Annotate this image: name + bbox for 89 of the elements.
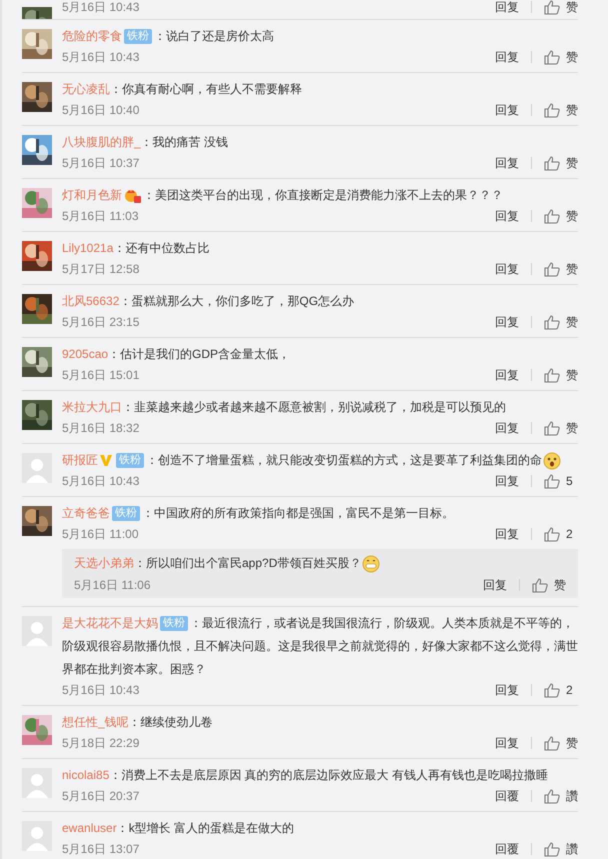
thumbs-up-icon[interactable] [544,526,560,542]
thumbs-up-icon[interactable] [544,50,560,64]
reply-link[interactable]: 回覆 [495,840,519,858]
like-count[interactable]: 讚 [566,787,578,805]
like-count[interactable]: 5 [566,472,578,490]
fan-badge: 铁粉 [160,616,188,632]
comment-text: 米拉大九口：韭菜越来越少或者越来越不愿意被割，别说减税了，加税是可以预见的 [62,399,507,416]
reply-link[interactable]: 回复 [495,154,519,172]
surprised-emoji-icon [543,452,561,470]
comment-time: 5月16日 20:37 [62,788,140,805]
reply-link[interactable]: 回复 [495,0,519,16]
thumbs-up-icon[interactable] [544,842,560,856]
thumbs-up-icon[interactable] [544,156,560,170]
comment-time: 5月16日 11:00 [62,526,138,543]
like-count[interactable]: 赞 [566,313,578,331]
thumbs-up-icon[interactable] [544,682,560,698]
like-count[interactable]: 赞 [566,154,578,172]
like-count[interactable]: 赞 [566,0,578,16]
like-count[interactable]: 赞 [566,260,578,278]
comment-text: 灯和月色新 ：美团这类平台的出现，你直接断定是消费能力涨不上去的果？？？ [62,187,504,206]
fan-badge: 铁粉 [112,506,140,522]
reply-link[interactable]: 回复 [495,207,519,225]
thumbs-up-icon[interactable] [544,368,560,382]
like-count[interactable]: 赞 [566,419,578,437]
comment-text: Lily1021a：还有中位数占比 [62,240,210,257]
like-count[interactable]: 赞 [566,734,578,752]
like-count[interactable]: 赞 [566,48,578,66]
thumbs-up-icon[interactable] [544,314,560,330]
default-avatar-icon [22,616,52,646]
comment-time: 5月16日 13:07 [62,841,140,858]
comment-time: 5月16日 10:40 [62,102,140,119]
reply-link[interactable]: 回复 [483,576,507,594]
comment-time: 5月16日 15:01 [62,367,140,384]
comment-time: 5月16日 10:43 [62,49,140,66]
comment-text: 是大花花不是大妈 铁粉 ：最近很流行，或者说是我国很流行，阶级观。人类本质就是不平等的，阶级观很容易散播仇恨，且不解决问题。这是我很早之前就觉得的，好像大家都不这么觉得，满世界都在批判资本家。困惑？ [62,615,578,678]
reply-link[interactable]: 回复 [495,48,519,66]
comment-text: 无心凌乱：你真有耐心啊，有些人不需要解释 [62,81,303,98]
reply-link[interactable]: 回复 [495,472,519,490]
thumbs-up-icon[interactable] [544,736,560,750]
thumbs-up-icon[interactable] [544,208,560,224]
comment-text: 研报匠 铁粉 ：创造不了增量蛋糕，就只能改变切蛋糕的方式，这是要革了利益集团的命 [62,449,578,472]
like-count[interactable]: 讚 [566,840,578,858]
thumbs-up-icon[interactable] [544,474,560,488]
reply-link[interactable]: 回复 [495,101,519,119]
fan-badge: 铁粉 [124,29,152,44]
reply-link[interactable]: 回复 [495,419,519,437]
comment-time: 5月16日 11:03 [62,208,138,225]
comment-time: 5月16日 23:15 [62,314,140,331]
comment-time: 5月18日 22:29 [62,735,140,752]
like-count[interactable]: 赞 [566,207,578,225]
comment-time: 5月16日 10:43 [62,682,140,699]
thumbs-up-icon[interactable] [544,102,560,118]
reply-link[interactable]: 回复 [495,366,519,384]
thumbs-up-icon[interactable] [544,262,560,276]
comment-time: 5月16日 10:43 [62,473,140,490]
comment-time: 5月16日 10:43 [62,0,140,16]
grinning-emoji-icon [362,554,380,573]
like-count[interactable]: 赞 [566,101,578,119]
comment-text: ewanluser：k型增长 富人的蛋糕是在做大的 [62,820,296,837]
like-count[interactable]: 2 [566,681,578,699]
thumbs-up-icon[interactable] [532,578,548,592]
reply-link[interactable]: 回覆 [495,787,519,805]
comment-text: 北风56632：蛋糕就那么大，你们多吃了，那QG怎么办 [62,293,356,310]
reply-link[interactable]: 回复 [495,260,519,278]
reply-link[interactable]: 回复 [495,313,519,331]
thumbs-up-icon[interactable] [544,788,560,804]
comment-text: 立奇爸爸 铁粉 ：中国政府的所有政策指向都是强国，富民不是第一目标。 [62,505,455,524]
default-avatar-icon [22,453,52,483]
thumbs-up-icon[interactable] [544,0,560,14]
like-count[interactable]: 赞 [554,576,566,594]
comment-text: 天选小弟弟：所以咱们出个富民app?D带领百姓买股？ [74,552,566,575]
comment-time: 5月17日 12:58 [62,261,140,278]
default-avatar-icon [22,821,52,851]
reply-link[interactable]: 回复 [495,525,519,543]
reply-link[interactable]: 回复 [495,734,519,752]
like-count[interactable]: 赞 [566,366,578,384]
comment-text: 八块腹肌的胖_：我的痛苦 没钱 [62,134,230,151]
comment-time: 5月16日 18:32 [62,420,140,437]
comment-text: 危险的零食 铁粉 ：说白了还是房价太高 [62,28,275,46]
comment-text: 想任性_钱呢：继续使劲儿卷 [62,714,214,731]
comment-time: 5月16日 10:37 [62,155,140,172]
comment-time: 5月16日 11:06 [74,577,150,594]
default-avatar-icon [22,768,52,798]
fan-badge: 铁粉 [116,453,144,468]
comment-text: 9205cao：估计是我们的GDP含金量太低， [62,346,292,363]
reply-link[interactable]: 回复 [495,681,519,699]
comment-text: nicolai85：消费上不去是底层原因 真的穷的底层边际效应最大 有钱人再有钱也是吃喝拉撒睡 [62,767,550,784]
thumbs-up-icon[interactable] [544,420,560,436]
like-count[interactable]: 2 [566,525,578,543]
